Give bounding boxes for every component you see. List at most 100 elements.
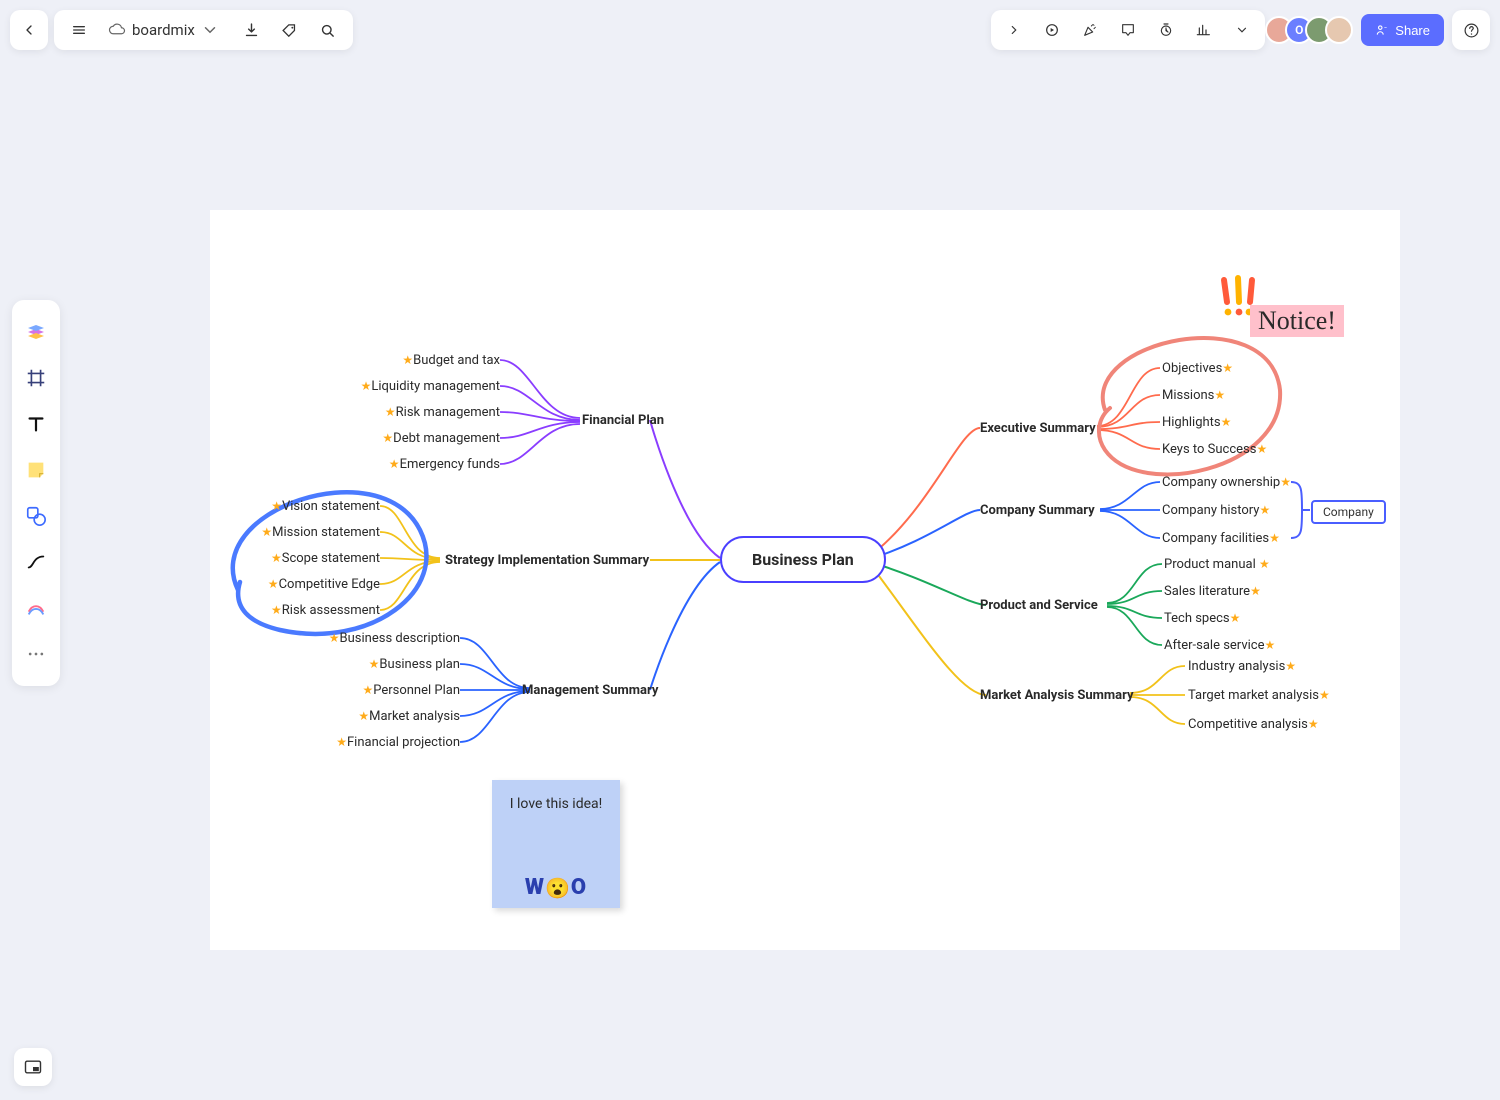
leaf-node[interactable]: Competitive analysis★ (1188, 717, 1319, 732)
leaf-node[interactable]: Company history★ (1162, 503, 1270, 518)
leaf-node[interactable]: ★Scope statement (271, 551, 380, 566)
more-actions-button[interactable] (1223, 11, 1261, 49)
star-icon: ★ (1269, 531, 1280, 545)
download-button[interactable] (233, 11, 271, 49)
text-tool[interactable] (16, 402, 56, 446)
cloud-icon (108, 21, 126, 39)
frame-tool[interactable] (16, 356, 56, 400)
leaf-node[interactable]: Product manual ★ (1164, 557, 1270, 572)
notice-label[interactable]: Notice! (1250, 305, 1344, 337)
branch-title[interactable]: Product and Service (980, 598, 1098, 613)
avatar[interactable] (1325, 16, 1353, 44)
pen-tool[interactable] (16, 586, 56, 630)
search-button[interactable] (309, 11, 347, 49)
sticky-tool[interactable] (16, 448, 56, 492)
connector-tool[interactable] (16, 540, 56, 584)
leaf-node[interactable]: Missions★ (1162, 388, 1225, 403)
leaf-node[interactable]: Industry analysis★ (1188, 659, 1296, 674)
leaf-node[interactable]: After-sale service★ (1164, 638, 1275, 653)
leaf-node[interactable]: ★Vision statement (271, 499, 380, 514)
company-tag[interactable]: Company (1311, 500, 1386, 524)
canvas[interactable]: Business Plan Financial Plan Strategy Im… (210, 210, 1400, 950)
leaf-node[interactable]: ★Market analysis (358, 709, 460, 724)
back-button[interactable] (10, 11, 48, 49)
star-icon: ★ (361, 379, 372, 393)
bars-icon (1196, 22, 1212, 38)
branch-title[interactable]: Management Summary (522, 683, 658, 698)
star-icon: ★ (268, 577, 279, 591)
star-icon: ★ (1256, 442, 1267, 456)
star-icon: ★ (271, 551, 282, 565)
leaf-node[interactable]: Tech specs★ (1164, 611, 1240, 626)
star-icon: ★ (402, 353, 413, 367)
leaf-node[interactable]: ★Emergency funds (389, 457, 500, 472)
present-button[interactable] (1033, 11, 1071, 49)
download-icon (243, 22, 260, 39)
branch-title[interactable]: Executive Summary (980, 421, 1096, 436)
dots-icon (26, 644, 46, 664)
star-icon: ★ (1259, 557, 1270, 571)
top-left-toolbar: boardmix (10, 10, 353, 50)
star-icon: ★ (1259, 503, 1270, 517)
collaborator-avatars[interactable]: O (1273, 16, 1353, 44)
leaf-node[interactable]: Highlights★ (1162, 415, 1231, 430)
star-icon: ★ (1264, 638, 1275, 652)
leaf-node[interactable]: ★Personnel Plan (362, 683, 460, 698)
sticky-icon (25, 459, 47, 481)
back-pill (10, 10, 48, 50)
play-circle-icon (1044, 22, 1060, 38)
share-icon (1375, 23, 1389, 37)
tag-button[interactable] (271, 11, 309, 49)
leaf-node[interactable]: Target market analysis★ (1188, 688, 1330, 703)
star-icon: ★ (389, 457, 400, 471)
star-icon: ★ (1214, 388, 1225, 402)
more-tools[interactable] (16, 632, 56, 676)
leaf-node[interactable]: ★Risk assessment (271, 603, 380, 618)
document-title: boardmix (132, 21, 195, 39)
minimap-button[interactable] (14, 1048, 52, 1086)
center-node[interactable]: Business Plan (720, 536, 886, 583)
leaf-node[interactable]: ★Business description (329, 631, 460, 646)
menu-button[interactable] (60, 11, 98, 49)
connector-icon (25, 551, 47, 573)
frame-icon (25, 367, 47, 389)
leaf-node[interactable]: ★Business plan (369, 657, 460, 672)
star-icon: ★ (369, 657, 380, 671)
branch-title[interactable]: Market Analysis Summary (980, 688, 1134, 703)
document-title-button[interactable]: boardmix (98, 21, 233, 39)
search-icon (319, 22, 336, 39)
leaf-node[interactable]: Company ownership★ (1162, 475, 1291, 490)
star-icon: ★ (1285, 659, 1296, 673)
leaf-node[interactable]: ★Debt management (382, 431, 500, 446)
celebrate-button[interactable] (1071, 11, 1109, 49)
sticky-note[interactable]: I love this idea! W 😮 O (492, 780, 620, 908)
share-button[interactable]: Share (1361, 14, 1444, 46)
leaf-node[interactable]: ★Financial projection (336, 735, 460, 750)
template-tool[interactable] (16, 310, 56, 354)
leaf-node[interactable]: Sales literature★ (1164, 584, 1261, 599)
branch-title[interactable]: Company Summary (980, 503, 1095, 518)
chevron-down-icon (1235, 23, 1249, 37)
help-button[interactable] (1452, 11, 1490, 49)
leaf-node[interactable]: Objectives★ (1162, 361, 1233, 376)
leaf-node[interactable]: Company facilities★ (1162, 531, 1280, 546)
branch-title[interactable]: Financial Plan (582, 413, 664, 428)
star-icon: ★ (1222, 361, 1233, 375)
star-icon: ★ (1250, 584, 1261, 598)
shape-tool[interactable] (16, 494, 56, 538)
star-icon: ★ (271, 499, 282, 513)
sticky-reaction: W 😮 O (525, 875, 587, 900)
branch-title[interactable]: Strategy Implementation Summary (445, 553, 649, 568)
chart-button[interactable] (1185, 11, 1223, 49)
timer-button[interactable] (1147, 11, 1185, 49)
leaf-node[interactable]: ★Competitive Edge (268, 577, 380, 592)
leaf-node[interactable]: ★Liquidity management (361, 379, 500, 394)
expand-button[interactable] (995, 11, 1033, 49)
comment-icon (1120, 22, 1136, 38)
leaf-node[interactable]: ★Budget and tax (402, 353, 500, 368)
leaf-node[interactable]: ★Mission statement (261, 525, 380, 540)
leaf-node[interactable]: ★Risk management (385, 405, 500, 420)
chevron-down-icon (201, 21, 219, 39)
comment-button[interactable] (1109, 11, 1147, 49)
leaf-node[interactable]: Keys to Success★ (1162, 442, 1267, 457)
